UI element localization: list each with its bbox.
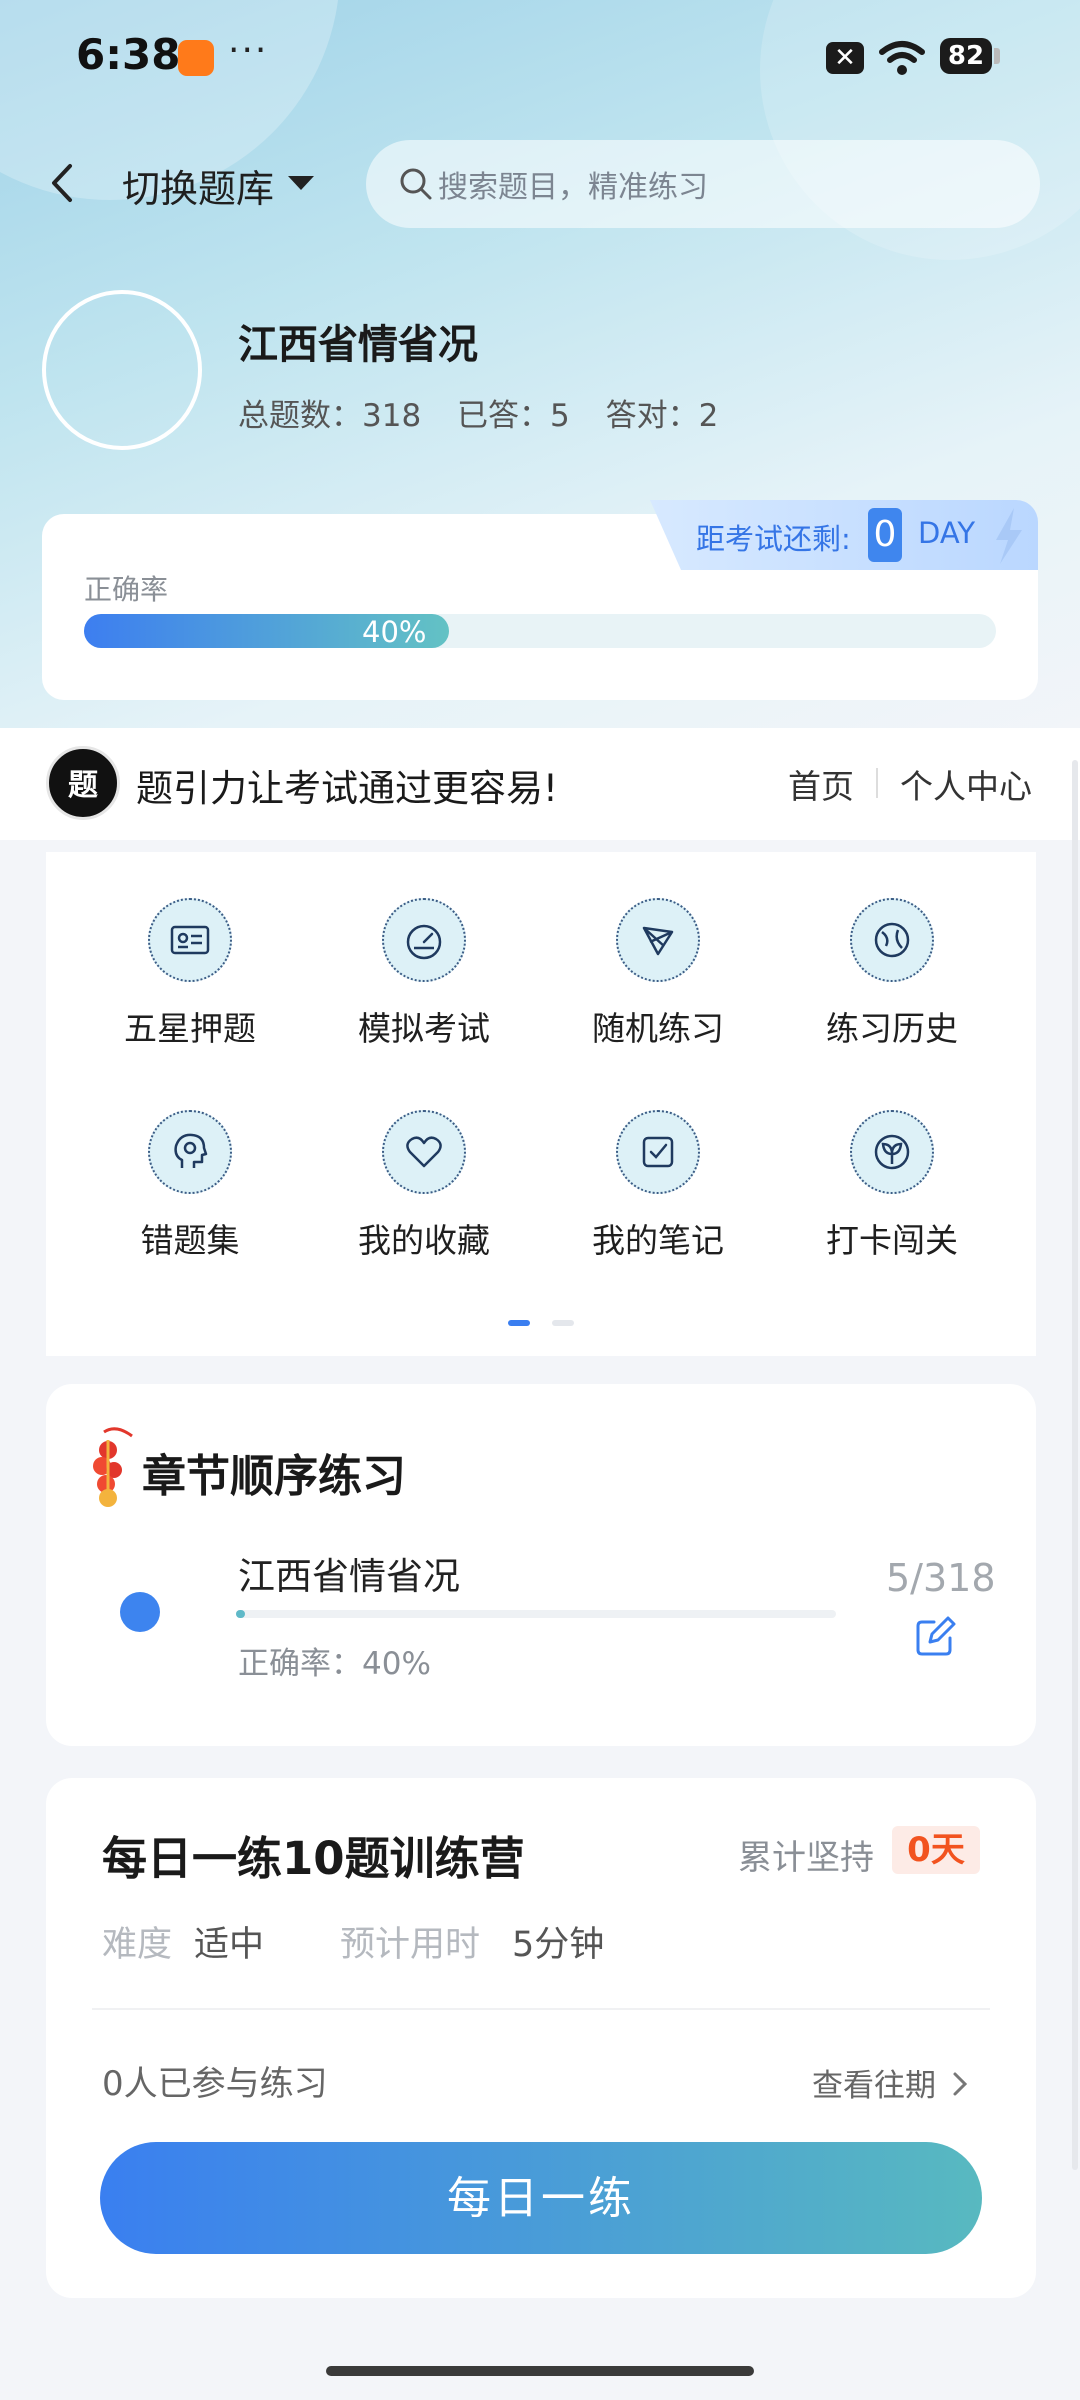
difficulty-label: 难度 bbox=[102, 1925, 173, 1965]
search-placeholder: 搜索题目，精准练习 bbox=[438, 170, 708, 205]
search-input[interactable]: 搜索题目，精准练习 bbox=[366, 140, 1040, 228]
brand-slogan: 题引力让考试通过更容易! bbox=[136, 767, 558, 810]
tool-label: 练习历史 bbox=[826, 1009, 958, 1048]
stat-correct-value: 2 bbox=[698, 398, 719, 434]
battery-tip bbox=[994, 48, 1000, 64]
chapter-progress-bar bbox=[236, 1610, 836, 1618]
countdown-label: 距考试还剩: bbox=[696, 522, 851, 556]
chapter-card: 章节顺序练习 江西省情省况 正确率：40% 5/318 bbox=[46, 1384, 1036, 1746]
note-check-icon bbox=[616, 1110, 700, 1194]
countdown-days: 0 bbox=[868, 508, 902, 562]
top-bar: 切换题库 搜索题目，精准练习 bbox=[0, 140, 1080, 230]
tool-label: 随机练习 bbox=[592, 1009, 724, 1048]
tool-five-star[interactable]: 五星押题 bbox=[100, 898, 280, 1078]
time-label: 预计用时 bbox=[340, 1925, 481, 1965]
past-issues-link[interactable]: 查看往期 bbox=[812, 2060, 936, 2105]
tool-label: 模拟考试 bbox=[358, 1009, 490, 1048]
stat-answered-value: 5 bbox=[550, 398, 570, 434]
status-bar: 6:38 ··· ✕ 82 bbox=[0, 0, 1080, 120]
daily-practice-card: 每日一练10题训练营 累计坚持 0天 难度 适中 预计用时 5分钟 0人已参与练… bbox=[46, 1778, 1036, 2298]
heart-icon bbox=[382, 1110, 466, 1194]
id-card-icon bbox=[148, 898, 232, 982]
tool-random-practice[interactable]: 随机练习 bbox=[568, 898, 748, 1078]
tool-label: 打卡闯关 bbox=[826, 1221, 958, 1260]
countdown-unit: DAY bbox=[918, 516, 976, 550]
accuracy-progress-bar: 40% bbox=[84, 614, 996, 649]
more-notifications-icon: ··· bbox=[228, 30, 269, 71]
daily-practice-button[interactable]: 每日一练 bbox=[100, 2142, 982, 2254]
mi-app-icon bbox=[178, 40, 214, 76]
persist-days-badge: 0天 bbox=[892, 1826, 980, 1874]
sprout-icon bbox=[850, 1110, 934, 1194]
home-link[interactable]: 首页 bbox=[788, 760, 854, 808]
difficulty-value: 适中 bbox=[194, 1925, 265, 1965]
personal-center-link[interactable]: 个人中心 bbox=[900, 760, 1032, 808]
tool-label: 错题集 bbox=[140, 1221, 240, 1260]
divider bbox=[876, 768, 878, 798]
edit-icon[interactable] bbox=[914, 1614, 958, 1658]
bank-title: 江西省情省况 bbox=[238, 322, 478, 368]
back-arrow-icon[interactable] bbox=[42, 158, 82, 208]
wifi-icon bbox=[879, 41, 925, 75]
accuracy-value: 40% bbox=[362, 615, 427, 649]
tool-wrong-questions[interactable]: 错题集 bbox=[100, 1110, 280, 1290]
brand-bar: 题 题引力让考试通过更容易! 首页 个人中心 bbox=[0, 728, 1080, 840]
stat-total-label: 总题数： bbox=[238, 398, 362, 434]
divider bbox=[92, 2008, 990, 2010]
chapter-item-name[interactable]: 江西省情省况 bbox=[238, 1546, 460, 1600]
switch-bank-button[interactable]: 切换题库 bbox=[122, 158, 274, 213]
close-box-icon: ✕ bbox=[826, 42, 864, 74]
profile-section: 江西省情省况 总题数：318 已答：5 答对：2 bbox=[0, 290, 1080, 460]
search-icon bbox=[400, 168, 432, 200]
chapter-accuracy: 正确率：40% bbox=[238, 1646, 431, 1682]
battery-indicator: 82 bbox=[940, 38, 992, 74]
caret-down-icon[interactable] bbox=[288, 176, 314, 190]
stat-total-value: 318 bbox=[362, 398, 422, 434]
speedometer-icon bbox=[382, 898, 466, 982]
pager-dot bbox=[552, 1320, 574, 1326]
shuffle-icon bbox=[616, 898, 700, 982]
avatar bbox=[42, 290, 202, 450]
chapter-count: 5/318 bbox=[886, 1556, 996, 1600]
scrollbar[interactable] bbox=[1072, 760, 1078, 2170]
firecracker-icon bbox=[93, 1427, 133, 1507]
accuracy-label: 正确率 bbox=[84, 573, 169, 606]
daily-title: 每日一练10题训练营 bbox=[102, 1832, 525, 1885]
exam-countdown: 距考试还剩: 0 DAY bbox=[650, 500, 1038, 570]
stat-answered-label: 已答： bbox=[457, 398, 551, 434]
tool-grid: 五星押题 模拟考试 随机练习 练习历史 错题集 我的收藏 我的笔记 打卡闯关 bbox=[46, 852, 1036, 1356]
tool-mock-exam[interactable]: 模拟考试 bbox=[334, 898, 514, 1078]
chapter-progress-fill bbox=[236, 1610, 246, 1618]
lightning-icon bbox=[996, 508, 1022, 564]
status-time: 6:38 bbox=[76, 30, 181, 79]
tool-label: 我的收藏 bbox=[358, 1221, 490, 1260]
participants-count: 0人已参与练习 bbox=[102, 2064, 328, 2104]
chapter-indicator-dot bbox=[120, 1592, 160, 1632]
home-indicator[interactable] bbox=[326, 2366, 754, 2376]
globe-icon bbox=[850, 898, 934, 982]
head-icon bbox=[148, 1110, 232, 1194]
bank-stats: 总题数：318 已答：5 答对：2 bbox=[238, 390, 744, 435]
brand-logo: 题 bbox=[46, 746, 120, 820]
tool-label: 五星押题 bbox=[124, 1009, 256, 1048]
chevron-right-icon[interactable] bbox=[950, 2070, 970, 2098]
tool-practice-history[interactable]: 练习历史 bbox=[802, 898, 982, 1078]
tool-favorites[interactable]: 我的收藏 bbox=[334, 1110, 514, 1290]
chapter-title: 章节顺序练习 bbox=[142, 1451, 406, 1502]
stat-correct-label: 答对： bbox=[605, 398, 699, 434]
tool-checkin[interactable]: 打卡闯关 bbox=[802, 1110, 982, 1290]
persist-label: 累计坚持 bbox=[738, 1838, 874, 1878]
tool-label: 我的笔记 bbox=[592, 1221, 724, 1260]
tool-notes[interactable]: 我的笔记 bbox=[568, 1110, 748, 1290]
pager-dot-active bbox=[508, 1320, 530, 1326]
time-value: 5分钟 bbox=[512, 1925, 605, 1965]
